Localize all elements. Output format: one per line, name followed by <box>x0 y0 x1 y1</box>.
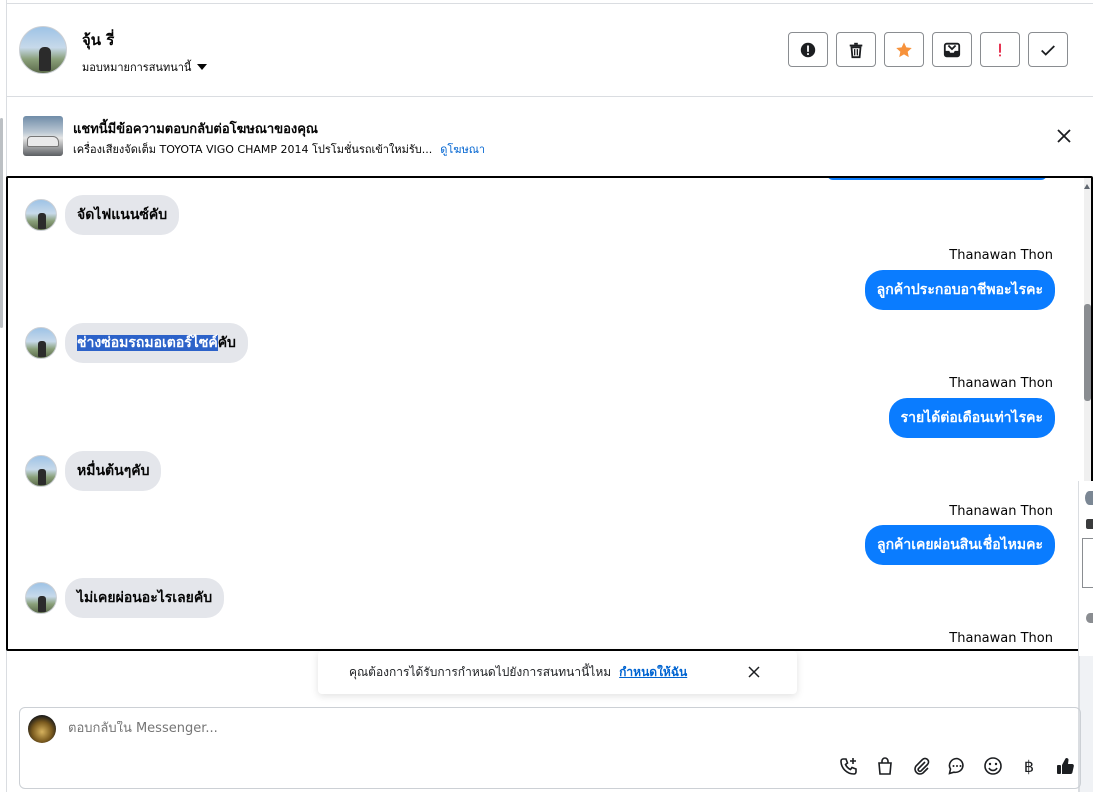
close-icon[interactable] <box>1055 127 1073 145</box>
reply-composer: ฿ <box>19 707 1081 789</box>
composer-toolbar: ฿ <box>838 755 1076 777</box>
header-actions <box>788 32 1068 67</box>
contact-name[interactable]: จุ้น รี่ <box>82 28 114 52</box>
icon-fragment <box>1086 519 1093 529</box>
call-button[interactable] <box>838 755 860 777</box>
message-bubble-partial <box>827 178 1047 180</box>
contact-avatar[interactable] <box>19 26 67 74</box>
outgoing-bubble[interactable]: รายได้ต่อเดือนเท่าไรคะ <box>888 398 1055 438</box>
like-button[interactable] <box>1054 755 1076 777</box>
scrollbar-thumb[interactable] <box>1084 304 1091 401</box>
ad-description: เครื่องเสียงจัดเต็ม TOYOTA VIGO CHAMP 20… <box>73 143 433 156</box>
delete-button[interactable] <box>836 32 876 67</box>
inbox-icon <box>943 42 961 57</box>
conversation-header: จุ้น รี่ มอบหมายการสนทนานี้ <box>7 4 1093 97</box>
trash-icon <box>849 42 863 58</box>
page-avatar <box>28 715 56 743</box>
incoming-message: ช่างซ่อมรถมอเตอร์ไซค์คับ <box>25 323 248 363</box>
ad-thumbnail[interactable] <box>23 116 63 156</box>
attach-button[interactable] <box>910 755 932 777</box>
assign-prompt: คุณต้องการได้รับการกำหนดไปยังการสนทนานี้… <box>318 651 797 694</box>
paperclip-icon <box>914 757 930 775</box>
saved-replies-button[interactable] <box>946 755 968 777</box>
payment-button[interactable]: ฿ <box>1018 755 1040 777</box>
assign-prompt-text: คุณต้องการได้รับการกำหนดไปยังการสนทนานี้… <box>349 665 612 679</box>
contact-avatar-small[interactable] <box>25 455 57 487</box>
close-icon[interactable] <box>746 664 762 680</box>
assign-conversation-dropdown[interactable]: มอบหมายการสนทนานี้ <box>82 58 208 76</box>
shopping-bag-icon <box>878 757 892 775</box>
exclamation-icon <box>999 43 1001 56</box>
avatar-fragment <box>1086 613 1093 623</box>
bubble-text: คับ <box>217 335 236 351</box>
chat-bubble-icon <box>948 757 964 775</box>
contact-avatar-small[interactable] <box>25 199 57 231</box>
incoming-message: ไม่เคยผ่อนอะไรเลยคับ <box>25 578 225 618</box>
ad-reply-banner: แชทนี้มีข้อความตอบกลับต่อโฆษณาของคุณ เคร… <box>7 98 1093 176</box>
move-to-inbox-button[interactable] <box>932 32 972 67</box>
message-thread[interactable]: จัดไฟแนนซ์คับ Thanawan Thon ลูกค้าประกอบ… <box>6 176 1093 651</box>
avatar-fragment <box>1085 491 1093 505</box>
sender-name: Thanawan Thon <box>949 248 1053 263</box>
sender-name: Thanawan Thon <box>949 504 1053 519</box>
sender-name: Thanawan Thon <box>949 376 1053 391</box>
incoming-bubble[interactable]: ไม่เคยผ่อนอะไรเลยคับ <box>65 578 225 618</box>
incoming-bubble[interactable]: ช่างซ่อมรถมอเตอร์ไซค์คับ <box>65 323 248 363</box>
outgoing-bubble[interactable]: ลูกค้าประกอบอาชีพอะไรคะ <box>864 270 1055 310</box>
assign-label: มอบหมายการสนทนานี้ <box>82 61 192 74</box>
assign-to-me-link[interactable]: กำหนดให้ฉัน <box>619 663 687 682</box>
contact-avatar-small[interactable] <box>25 327 57 359</box>
shop-button[interactable] <box>874 755 896 777</box>
call-icon <box>840 758 857 775</box>
ad-banner-subtitle: เครื่องเสียงจัดเต็ม TOYOTA VIGO CHAMP 20… <box>73 140 485 158</box>
thumbs-up-icon <box>1057 758 1074 775</box>
incoming-message: หมื่นต้นๆคับ <box>25 451 162 491</box>
report-spam-button[interactable] <box>788 32 828 67</box>
incoming-bubble[interactable]: จัดไฟแนนซ์คับ <box>65 195 180 235</box>
outgoing-bubble[interactable]: ลูกค้าเคยผ่อนสินเชื่อไหมคะ <box>864 525 1055 565</box>
emoji-icon <box>984 757 1002 775</box>
selected-text: ช่างซ่อมรถมอเตอร์ไซค์ <box>77 335 218 351</box>
view-ad-link[interactable]: ดูโฆษณา <box>440 143 485 156</box>
sender-name: Thanawan Thon <box>949 631 1053 646</box>
alert-circle-icon <box>800 42 816 57</box>
check-icon <box>1041 44 1055 56</box>
incoming-message: จัดไฟแนนซ์คับ <box>25 195 180 235</box>
messenger-conversation: จุ้น รี่ มอบหมายการสนทนานี้ แชทนี้มีข้อค… <box>0 0 1093 792</box>
emoji-button[interactable] <box>982 755 1004 777</box>
reply-input[interactable] <box>68 721 768 736</box>
mark-important-button[interactable] <box>980 32 1020 67</box>
star-button[interactable] <box>884 32 924 67</box>
caret-down-icon <box>197 64 208 70</box>
card-fragment <box>1082 538 1093 588</box>
ad-banner-title: แชทนี้มีข้อความตอบกลับต่อโฆษณาของคุณ <box>73 122 318 137</box>
scroll-up-arrow-icon[interactable] <box>1084 184 1090 189</box>
incoming-bubble[interactable]: หมื่นต้นๆคับ <box>65 451 162 491</box>
contact-avatar-small[interactable] <box>25 582 57 614</box>
star-icon <box>896 41 912 57</box>
mark-done-button[interactable] <box>1028 32 1068 67</box>
left-panel-scrollbar[interactable] <box>0 118 3 328</box>
baht-icon: ฿ <box>1023 756 1035 776</box>
panel-fragment <box>1079 656 1093 792</box>
